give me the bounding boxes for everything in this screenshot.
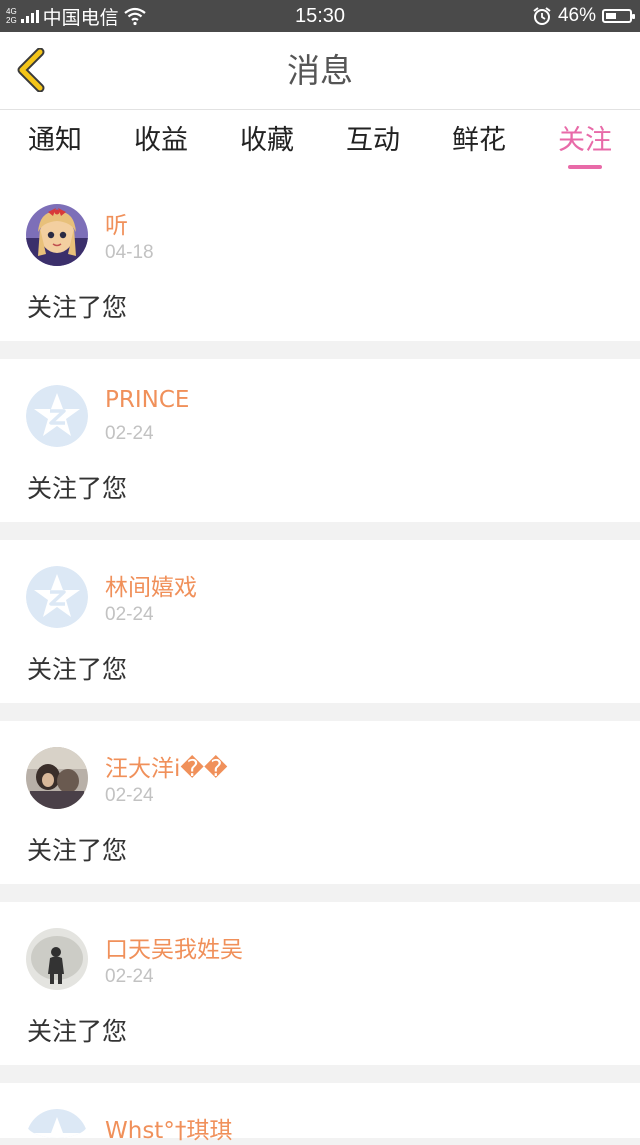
default-avatar-icon	[26, 1109, 88, 1138]
user-name[interactable]: 口天吴我姓吴	[105, 930, 243, 964]
anime-girl-avatar-icon	[26, 204, 88, 266]
tab-label: 通知	[28, 125, 82, 156]
follow-date: 02-24	[105, 966, 154, 987]
follow-date: 04-18	[105, 242, 154, 263]
nav-header: 消息	[0, 32, 640, 110]
list-item[interactable]: PRINCE 02-24 关注了您	[0, 359, 640, 522]
follow-date: 02-24	[105, 423, 154, 444]
tab-label: 关注	[558, 125, 612, 156]
avatar	[26, 747, 88, 809]
list-item[interactable]: 林间嬉戏 02-24 关注了您	[0, 540, 640, 703]
battery-percent: 46%	[557, 5, 596, 26]
user-name[interactable]: PRINCE	[105, 387, 189, 413]
page-title: 消息	[287, 51, 353, 90]
alarm-clock-icon	[533, 7, 551, 25]
follow-date: 02-24	[105, 604, 154, 625]
follow-date: 02-24	[105, 785, 154, 806]
avatar	[26, 204, 88, 266]
photo-avatar-icon	[26, 928, 88, 990]
notification-message: 关注了您	[27, 1017, 128, 1046]
user-name[interactable]: Whst°†琪琪	[105, 1111, 232, 1145]
list-item[interactable]: 听 04-18 关注了您	[0, 178, 640, 341]
tab-notice[interactable]: 通知	[10, 110, 100, 178]
default-avatar-icon	[26, 566, 88, 628]
tab-bar: 通知 收益 收藏 互动 鲜花 关注	[0, 110, 640, 178]
tab-label: 互动	[346, 125, 400, 156]
user-name[interactable]: 汪大洋i��	[105, 749, 228, 783]
avatar	[26, 1109, 88, 1138]
avatar	[26, 385, 88, 447]
tab-label: 收藏	[240, 125, 294, 156]
tab-interaction[interactable]: 互动	[328, 110, 418, 178]
tab-earnings[interactable]: 收益	[116, 110, 206, 178]
list-item[interactable]: 汪大洋i�� 02-24 关注了您	[0, 721, 640, 884]
active-tab-indicator	[568, 165, 602, 169]
notification-message: 关注了您	[27, 655, 128, 684]
notification-message: 关注了您	[27, 293, 128, 322]
notification-message: 关注了您	[27, 474, 128, 503]
tab-flowers[interactable]: 鲜花	[434, 110, 524, 178]
user-name[interactable]: 听	[105, 206, 128, 240]
tab-favorites[interactable]: 收藏	[222, 110, 312, 178]
status-right: 46%	[532, 0, 635, 32]
user-name[interactable]: 林间嬉戏	[105, 568, 197, 602]
avatar	[26, 566, 88, 628]
battery-icon	[602, 9, 635, 23]
tab-label: 收益	[134, 125, 188, 156]
list-item[interactable]: 口天吴我姓吴 02-24 关注了您	[0, 902, 640, 1065]
avatar	[26, 928, 88, 990]
tab-label: 鲜花	[452, 125, 506, 156]
list-item[interactable]: Whst°†琪琪	[0, 1083, 640, 1144]
photo-avatar-icon	[26, 747, 88, 809]
notification-message: 关注了您	[27, 836, 128, 865]
tab-follow[interactable]: 关注	[540, 110, 630, 178]
default-avatar-icon	[26, 385, 88, 447]
status-bar: 4G 2G 中国电信 15:30 46%	[0, 0, 640, 32]
